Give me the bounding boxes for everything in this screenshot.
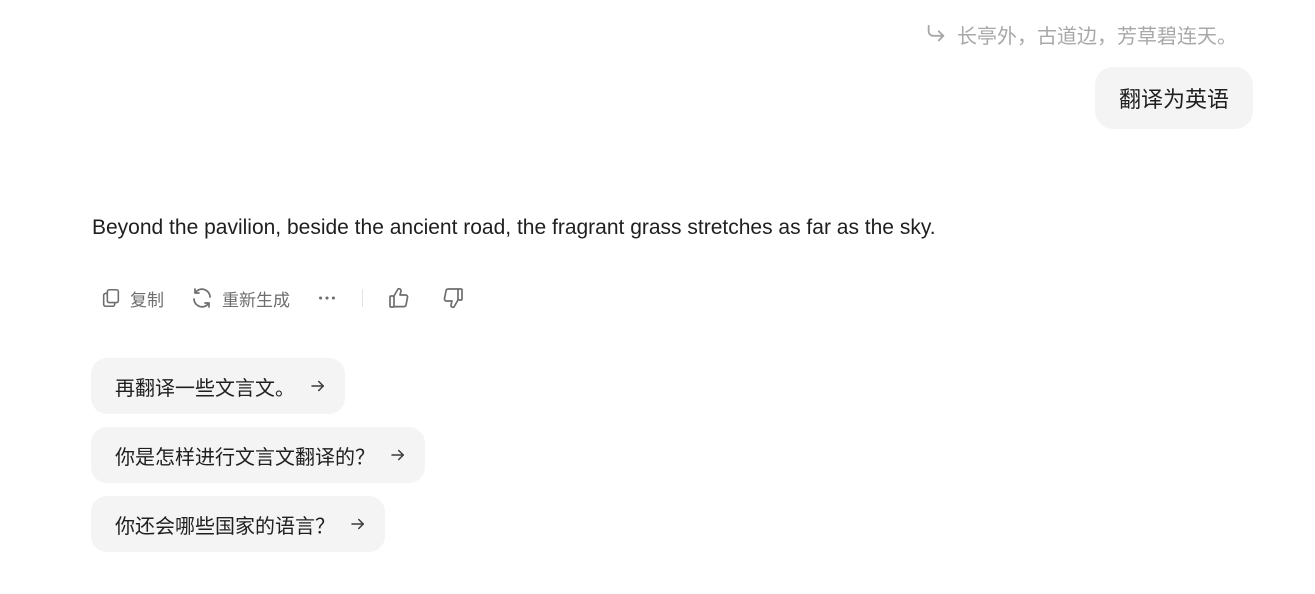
more-dots-icon bbox=[316, 287, 338, 309]
suggestion-chip[interactable]: 你是怎样进行文言文翻译的？ bbox=[91, 427, 425, 483]
assistant-message-text: Beyond the pavilion, beside the ancient … bbox=[92, 216, 936, 239]
suggestion-chip[interactable]: 你还会哪些国家的语言？ bbox=[91, 496, 385, 552]
refresh-icon bbox=[190, 286, 214, 310]
more-button[interactable] bbox=[304, 280, 350, 316]
copy-label: 复制 bbox=[130, 290, 164, 311]
arrow-right-icon bbox=[349, 515, 367, 533]
suggestion-text: 你是怎样进行文言文翻译的？ bbox=[115, 444, 375, 469]
quoted-text: 长亭外，古道边，芳草碧连天。 bbox=[957, 23, 1237, 48]
suggested-questions: 再翻译一些文言文。 你是怎样进行文言文翻译的？ 你还会哪些国家的语言？ bbox=[91, 358, 425, 552]
thumbs-down-icon bbox=[441, 286, 465, 310]
regenerate-button[interactable]: 重新生成 bbox=[182, 280, 298, 316]
suggestion-text: 再翻译一些文言文。 bbox=[115, 375, 295, 400]
arrow-right-icon bbox=[389, 446, 407, 464]
thumbs-up-icon bbox=[387, 286, 411, 310]
copy-icon bbox=[100, 287, 122, 309]
copy-button[interactable]: 复制 bbox=[92, 280, 172, 316]
suggestion-chip[interactable]: 再翻译一些文言文。 bbox=[91, 358, 345, 414]
message-actions-toolbar: 复制 重新生成 bbox=[92, 280, 477, 316]
reply-arrow-icon bbox=[925, 23, 947, 45]
user-message-bubble: 翻译为英语 bbox=[1094, 67, 1253, 129]
suggestion-text: 你还会哪些国家的语言？ bbox=[115, 513, 335, 538]
user-message-text: 翻译为英语 bbox=[1118, 88, 1229, 113]
toolbar-divider bbox=[362, 289, 363, 307]
quoted-context: 长亭外，古道边，芳草碧连天。 bbox=[925, 18, 1237, 50]
regenerate-label: 重新生成 bbox=[222, 290, 290, 311]
assistant-message: Beyond the pavilion, beside the ancient … bbox=[92, 211, 936, 245]
dislike-button[interactable] bbox=[429, 280, 477, 316]
arrow-right-icon bbox=[309, 377, 327, 395]
like-button[interactable] bbox=[375, 280, 423, 316]
